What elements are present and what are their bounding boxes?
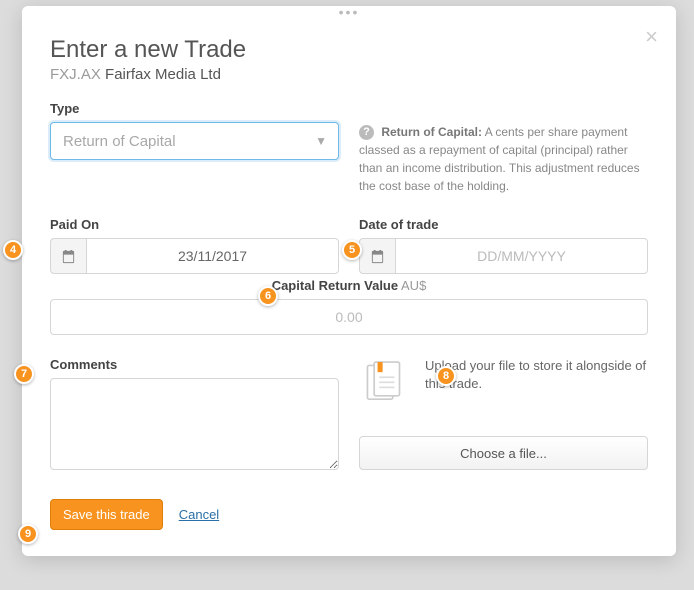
cancel-link[interactable]: Cancel — [179, 507, 219, 522]
type-select[interactable] — [50, 122, 339, 160]
paid-on-label: Paid On — [50, 217, 339, 232]
save-trade-button[interactable]: Save this trade — [50, 499, 163, 530]
type-label: Type — [50, 101, 339, 116]
modal-title: Enter a new Trade — [50, 36, 648, 64]
comments-label: Comments — [50, 357, 339, 372]
drag-handle-icon: ••• — [339, 4, 360, 20]
tour-badge-4: 4 — [3, 240, 23, 260]
type-help-text: ? Return of Capital: A cents per share p… — [359, 123, 648, 195]
capital-return-input[interactable] — [50, 299, 648, 335]
calendar-icon[interactable] — [359, 238, 395, 274]
paid-on-input[interactable] — [86, 238, 339, 274]
date-of-trade-input[interactable] — [395, 238, 648, 274]
tour-badge-6: 6 — [258, 286, 278, 306]
calendar-icon[interactable] — [50, 238, 86, 274]
comments-textarea[interactable] — [50, 378, 339, 470]
new-trade-modal: ••• × Enter a new Trade FXJ.AX Fairfax M… — [22, 6, 676, 556]
company-name: Fairfax Media Ltd — [105, 66, 221, 83]
capital-return-currency: AU$ — [401, 278, 426, 293]
date-of-trade-label: Date of trade — [359, 217, 648, 232]
choose-file-button[interactable]: Choose a file... — [359, 436, 648, 470]
tour-badge-8: 8 — [436, 366, 456, 386]
file-upload-icon — [359, 357, 413, 416]
help-icon: ? — [359, 125, 374, 140]
tour-badge-7: 7 — [14, 364, 34, 384]
ticker-symbol: FXJ.AX — [50, 66, 101, 83]
tour-badge-9: 9 — [18, 524, 38, 544]
modal-subtitle: FXJ.AX Fairfax Media Ltd — [50, 66, 648, 83]
upload-description: Upload your file to store it alongside o… — [425, 357, 648, 393]
tour-badge-5: 5 — [342, 240, 362, 260]
close-icon[interactable]: × — [645, 26, 658, 48]
capital-return-label: Capital Return Value — [272, 278, 398, 293]
